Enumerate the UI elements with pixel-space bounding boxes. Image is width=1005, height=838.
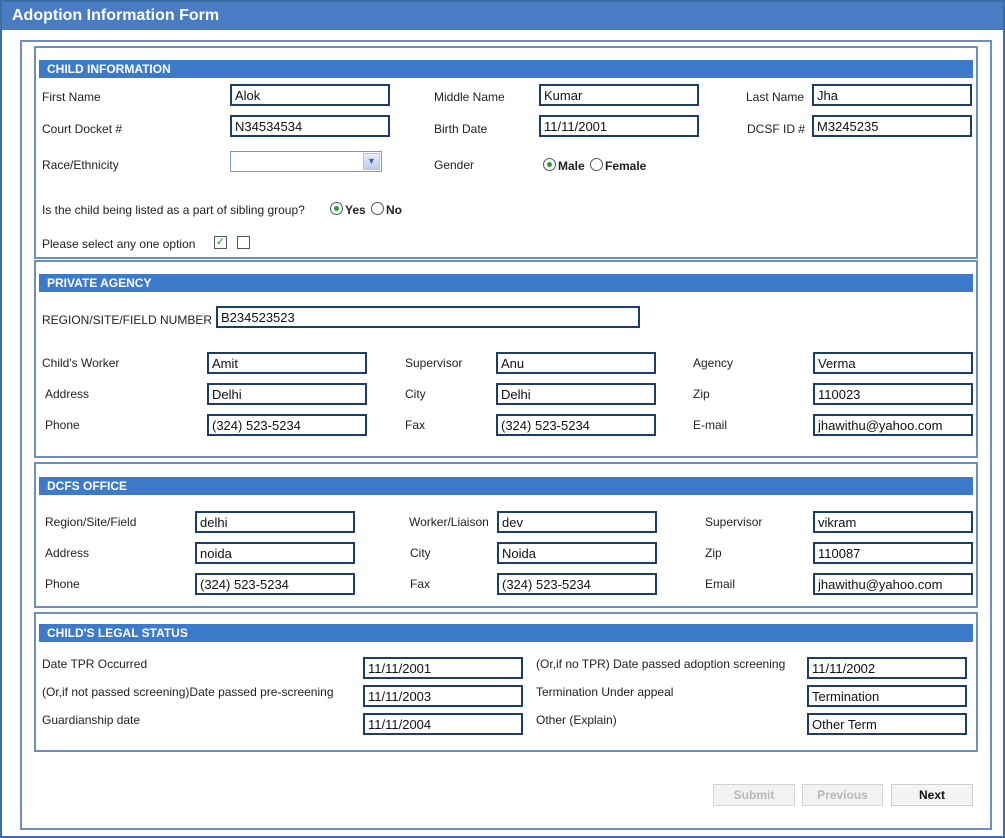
- adoption-screening-label: (Or,if no TPR) Date passed adoption scre…: [536, 657, 786, 671]
- dcfs-fax-label: Fax: [410, 577, 431, 591]
- zip-field[interactable]: [813, 383, 973, 405]
- court-docket-field[interactable]: [230, 115, 390, 137]
- address-field[interactable]: [207, 383, 367, 405]
- guardianship-date-label: Guardianship date: [42, 713, 141, 727]
- legal-status-heading: CHILD'S LEGAL STATUS: [39, 624, 973, 642]
- birth-date-label: Birth Date: [434, 122, 488, 136]
- first-name-field[interactable]: [230, 84, 390, 106]
- legal-status-section: CHILD'S LEGAL STATUS Date TPR Occurred (…: [34, 612, 978, 752]
- region-site-field-number-field[interactable]: [216, 306, 640, 328]
- option-checkbox-1[interactable]: ✓: [214, 236, 227, 249]
- other-explain-label: Other (Explain): [536, 713, 617, 727]
- email-label: E-mail: [693, 418, 728, 432]
- gender-female-label: Female: [605, 159, 647, 173]
- tpr-date-field[interactable]: [363, 657, 523, 679]
- sibling-no-label: No: [386, 203, 402, 217]
- dcfs-region-label: Region/Site/Field: [45, 515, 137, 529]
- city-label: City: [405, 387, 426, 401]
- agency-field[interactable]: [813, 352, 973, 374]
- last-name-label: Last Name: [746, 90, 805, 104]
- race-ethnicity-label: Race/Ethnicity: [42, 158, 119, 172]
- sibling-yes-radio[interactable]: [330, 202, 343, 215]
- adoption-form-window: Adoption Information Form CHILD INFORMAT…: [0, 0, 1005, 838]
- region-site-field-number-label: REGION/SITE/FIELD NUMBER: [42, 313, 213, 327]
- dcfs-email-label: Email: [705, 577, 736, 591]
- phone-field[interactable]: [207, 414, 367, 436]
- select-option-label: Please select any one option: [42, 237, 196, 251]
- window-title: Adoption Information Form: [2, 2, 1003, 30]
- dcfs-supervisor-field[interactable]: [813, 511, 973, 533]
- child-information-section: CHILD INFORMATION First Name Middle Name…: [34, 46, 978, 259]
- guardianship-date-field[interactable]: [363, 713, 523, 735]
- dcfs-supervisor-label: Supervisor: [705, 515, 763, 529]
- dcfs-worker-field[interactable]: [497, 511, 657, 533]
- supervisor-field[interactable]: [496, 352, 656, 374]
- childs-worker-label: Child's Worker: [42, 356, 120, 370]
- address-label: Address: [45, 387, 90, 401]
- agency-label: Agency: [693, 356, 734, 370]
- child-information-heading: CHILD INFORMATION: [39, 60, 973, 78]
- last-name-field[interactable]: [812, 84, 972, 106]
- other-explain-field[interactable]: [807, 713, 967, 735]
- sibling-yes-label: Yes: [345, 203, 366, 217]
- phone-label: Phone: [45, 418, 80, 432]
- dcfs-office-heading: DCFS OFFICE: [39, 477, 973, 495]
- middle-name-field[interactable]: [539, 84, 699, 106]
- dcfs-office-section: DCFS OFFICE Region/Site/Field Worker/Lia…: [34, 462, 978, 608]
- dcfs-email-field[interactable]: [813, 573, 973, 595]
- middle-name-label: Middle Name: [434, 90, 505, 104]
- court-docket-label: Court Docket #: [42, 122, 123, 136]
- race-ethnicity-select[interactable]: ▼: [230, 151, 382, 172]
- fax-field[interactable]: [496, 414, 656, 436]
- dcfs-address-field[interactable]: [195, 542, 355, 564]
- adoption-screening-field[interactable]: [807, 657, 967, 679]
- dcfs-city-label: City: [410, 546, 431, 560]
- childs-worker-field[interactable]: [207, 352, 367, 374]
- private-agency-heading: PRIVATE AGENCY: [39, 274, 973, 292]
- birth-date-field[interactable]: [539, 115, 699, 137]
- gender-male-label: Male: [558, 159, 585, 173]
- pre-screening-label: (Or,if not passed screening)Date passed …: [42, 685, 334, 699]
- next-button[interactable]: Next: [891, 784, 973, 806]
- supervisor-label: Supervisor: [405, 356, 463, 370]
- submit-button[interactable]: Submit: [713, 784, 795, 806]
- termination-appeal-label: Termination Under appeal: [536, 685, 674, 699]
- city-field[interactable]: [496, 383, 656, 405]
- dcfs-phone-field[interactable]: [195, 573, 355, 595]
- termination-appeal-field[interactable]: [807, 685, 967, 707]
- dcfs-worker-label: Worker/Liaison: [409, 515, 489, 529]
- first-name-label: First Name: [42, 90, 101, 104]
- gender-female-radio[interactable]: [590, 158, 603, 171]
- dcfs-address-label: Address: [45, 546, 90, 560]
- dcsf-id-field[interactable]: [812, 115, 972, 137]
- zip-label: Zip: [693, 387, 710, 401]
- gender-label: Gender: [434, 158, 475, 172]
- dcfs-fax-field[interactable]: [497, 573, 657, 595]
- dcfs-phone-label: Phone: [45, 577, 80, 591]
- private-agency-section: PRIVATE AGENCY REGION/SITE/FIELD NUMBER …: [34, 260, 978, 458]
- tpr-date-label: Date TPR Occurred: [42, 657, 148, 671]
- dcfs-region-field[interactable]: [195, 511, 355, 533]
- gender-male-radio[interactable]: [543, 158, 556, 171]
- dcfs-zip-label: Zip: [705, 546, 722, 560]
- fax-label: Fax: [405, 418, 426, 432]
- dcfs-city-field[interactable]: [497, 542, 657, 564]
- previous-button[interactable]: Previous: [802, 784, 883, 806]
- sibling-group-question: Is the child being listed as a part of s…: [42, 203, 305, 217]
- sibling-no-radio[interactable]: [371, 202, 384, 215]
- dcsf-id-label: DCSF ID #: [747, 122, 806, 136]
- form-container: CHILD INFORMATION First Name Middle Name…: [20, 40, 992, 830]
- email-field[interactable]: [813, 414, 973, 436]
- pre-screening-field[interactable]: [363, 685, 523, 707]
- dcfs-zip-field[interactable]: [813, 542, 973, 564]
- option-checkbox-2[interactable]: [237, 236, 250, 249]
- chevron-down-icon[interactable]: ▼: [363, 153, 380, 170]
